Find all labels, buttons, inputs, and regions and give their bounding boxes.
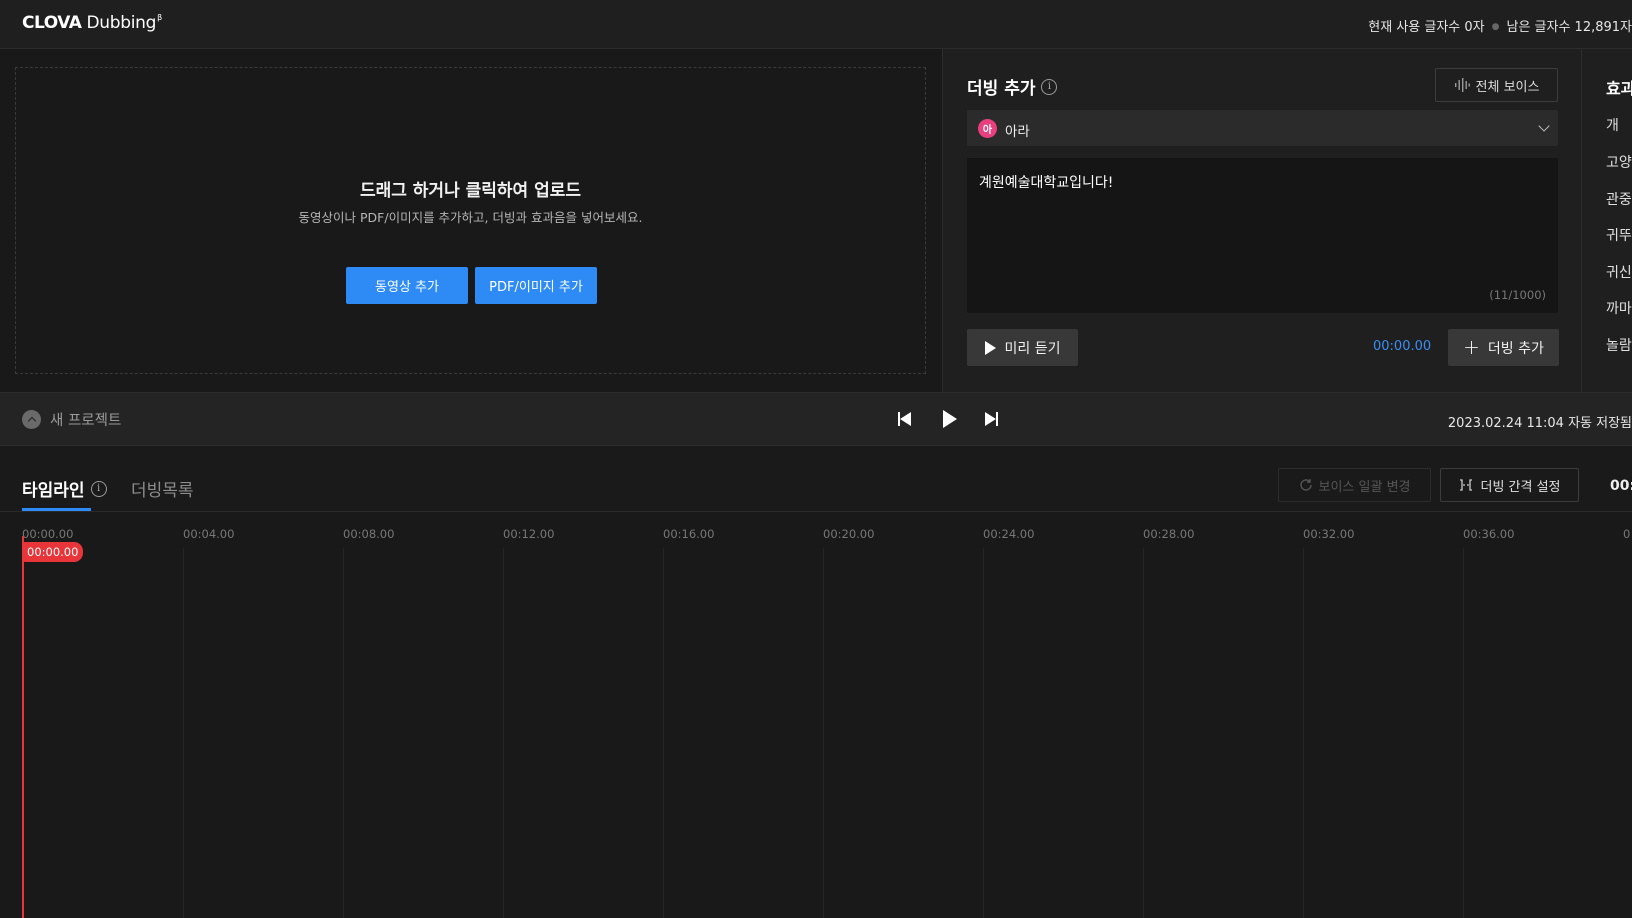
grid-line — [663, 548, 664, 918]
grid-line — [1143, 548, 1144, 918]
beta-mark: β — [157, 13, 162, 22]
interval-label: 더빙 간격 설정 — [1480, 479, 1561, 495]
playhead-time[interactable]: 00:00.00 — [22, 542, 84, 562]
dubbing-panel-title: 더빙 추가 i — [967, 74, 1058, 99]
voice-select[interactable]: 아 아라 — [967, 110, 1558, 146]
tick-label: 00:12.00 — [503, 527, 555, 541]
preview-button[interactable]: 미리 듣기 — [967, 329, 1078, 366]
grid-line — [503, 548, 504, 918]
project-name[interactable]: 새 프로젝트 — [50, 409, 121, 430]
effect-item[interactable]: 귀뚜 — [1606, 225, 1632, 245]
dubbing-time-input[interactable]: 00:00.00 — [1373, 339, 1431, 354]
skip-forward-icon[interactable] — [985, 409, 998, 429]
effect-item[interactable]: 귀신 — [1606, 262, 1632, 282]
separator-dot: ● — [1491, 22, 1500, 32]
script-text: 계원예술대학교입니다! — [979, 175, 1114, 191]
voice-batch-label: 보이스 일괄 변경 — [1318, 479, 1411, 495]
play-icon — [984, 340, 996, 355]
app-header: CLOVA Dubbingβ 현재 사용 글자수 0자 ● 남은 글자수 12,89… — [0, 0, 1632, 49]
chevron-up-icon — [27, 416, 36, 426]
play-icon[interactable] — [943, 409, 957, 429]
effect-item[interactable]: 고양 — [1606, 152, 1632, 172]
timeline-ruler[interactable]: 00:00.00 00:04.00 00:08.00 00:12.00 00:1… — [0, 512, 1632, 918]
all-voices-button[interactable]: 전체 보이스 — [1435, 68, 1558, 102]
interval-icon — [1460, 479, 1473, 491]
logo-bold-text: CLOVA — [22, 13, 82, 33]
voice-avatar: 아 — [978, 119, 997, 138]
add-dubbing-label: 더빙 추가 — [1487, 340, 1544, 357]
tab-timeline-label: 타임라인 — [22, 481, 85, 501]
timeline-header: 타임라인 i 더빙목록 보이스 일괄 변경 더빙 간격 설정 00: — [0, 446, 1632, 512]
tick-label: 00:00.00 — [22, 527, 74, 541]
tick-label: 00:28.00 — [1143, 527, 1195, 541]
effect-item[interactable]: 관중 — [1606, 189, 1632, 209]
refresh-icon — [1299, 479, 1312, 491]
effect-item[interactable]: 놀람 — [1606, 335, 1632, 355]
dropzone-subtitle: 동영상이나 PDF/이미지를 추가하고, 더빙과 효과음을 넣어보세요. — [298, 210, 643, 225]
grid-line — [1303, 548, 1304, 918]
waveform-icon — [1454, 78, 1470, 92]
add-dubbing-button[interactable]: + 더빙 추가 — [1448, 329, 1559, 366]
grid-line — [823, 548, 824, 918]
tick-label: 00:08.00 — [343, 527, 395, 541]
tick-label: 00:16.00 — [663, 527, 715, 541]
playhead-line[interactable] — [22, 536, 24, 918]
transport-bar: 새 프로젝트 2023.02.24 11:04 자동 저장됨 — [0, 392, 1632, 446]
grid-line — [343, 548, 344, 918]
grid-line — [1463, 548, 1464, 918]
tab-dubbing-list[interactable]: 더빙목록 — [131, 476, 194, 501]
dubbing-title-text: 더빙 추가 — [967, 79, 1036, 99]
grid-line — [183, 548, 184, 918]
dubbing-panel: 더빙 추가 i 전체 보이스 아 아라 계원예술대학교입니다! (11/1000… — [942, 49, 1581, 392]
logo-text: Dubbing — [86, 13, 157, 33]
add-pdf-image-button[interactable]: PDF/이미지 추가 — [475, 267, 597, 304]
app-logo[interactable]: CLOVA Dubbingβ — [22, 13, 162, 33]
upload-dropzone[interactable]: 드래그 하거나 클릭하여 업로드 동영상이나 PDF/이미지를 추가하고, 더빙… — [15, 67, 926, 374]
autosave-status: 2023.02.24 11:04 자동 저장됨 — [1447, 416, 1632, 431]
info-icon[interactable]: i — [1041, 78, 1058, 95]
tick-label: 00:36.00 — [1463, 527, 1515, 541]
tick-label: 00:04.00 — [183, 527, 235, 541]
add-video-button[interactable]: 동영상 추가 — [346, 267, 468, 304]
upload-pane: 드래그 하거나 클릭하여 업로드 동영상이나 PDF/이미지를 추가하고, 더빙… — [0, 49, 942, 392]
tick-label: 00:20.00 — [823, 527, 875, 541]
voice-batch-change-button[interactable]: 보이스 일괄 변경 — [1278, 468, 1431, 502]
plus-icon: + — [1463, 334, 1480, 359]
effects-panel: 효과 개 고양 관중 귀뚜 귀신 까마 놀람 — [1581, 49, 1632, 392]
usage-current: 현재 사용 글자수 0자 — [1368, 20, 1485, 35]
tick-label: 00:24.00 — [983, 527, 1035, 541]
dubbing-interval-button[interactable]: 더빙 간격 설정 — [1440, 468, 1579, 502]
total-duration: 00: — [1610, 478, 1632, 494]
effect-item[interactable]: 까마 — [1606, 298, 1632, 318]
preview-label: 미리 듣기 — [1004, 340, 1061, 357]
tick-label: 00:32.00 — [1303, 527, 1355, 541]
info-icon[interactable]: i — [90, 480, 107, 497]
usage-remaining: 남은 글자수 12,891자 — [1506, 20, 1632, 35]
usage-info: 현재 사용 글자수 0자 ● 남은 글자수 12,891자 — [1368, 16, 1632, 35]
voice-name: 아라 — [1005, 124, 1030, 140]
char-counter: (11/1000) — [1489, 288, 1546, 302]
all-voices-label: 전체 보이스 — [1475, 79, 1540, 95]
effect-item[interactable]: 개 — [1606, 115, 1619, 135]
tab-timeline[interactable]: 타임라인 i — [22, 476, 107, 501]
chevron-down-icon — [1538, 120, 1550, 132]
skip-back-icon[interactable] — [898, 409, 911, 429]
collapse-toggle-icon[interactable] — [22, 410, 41, 429]
effects-title: 효과 — [1606, 79, 1632, 98]
script-textarea[interactable]: 계원예술대학교입니다! (11/1000) — [967, 158, 1558, 313]
tick-label: 0 — [1623, 527, 1631, 541]
active-tab-indicator — [22, 508, 91, 511]
dropzone-title: 드래그 하거나 클릭하여 업로드 — [359, 181, 582, 201]
grid-line — [983, 548, 984, 918]
